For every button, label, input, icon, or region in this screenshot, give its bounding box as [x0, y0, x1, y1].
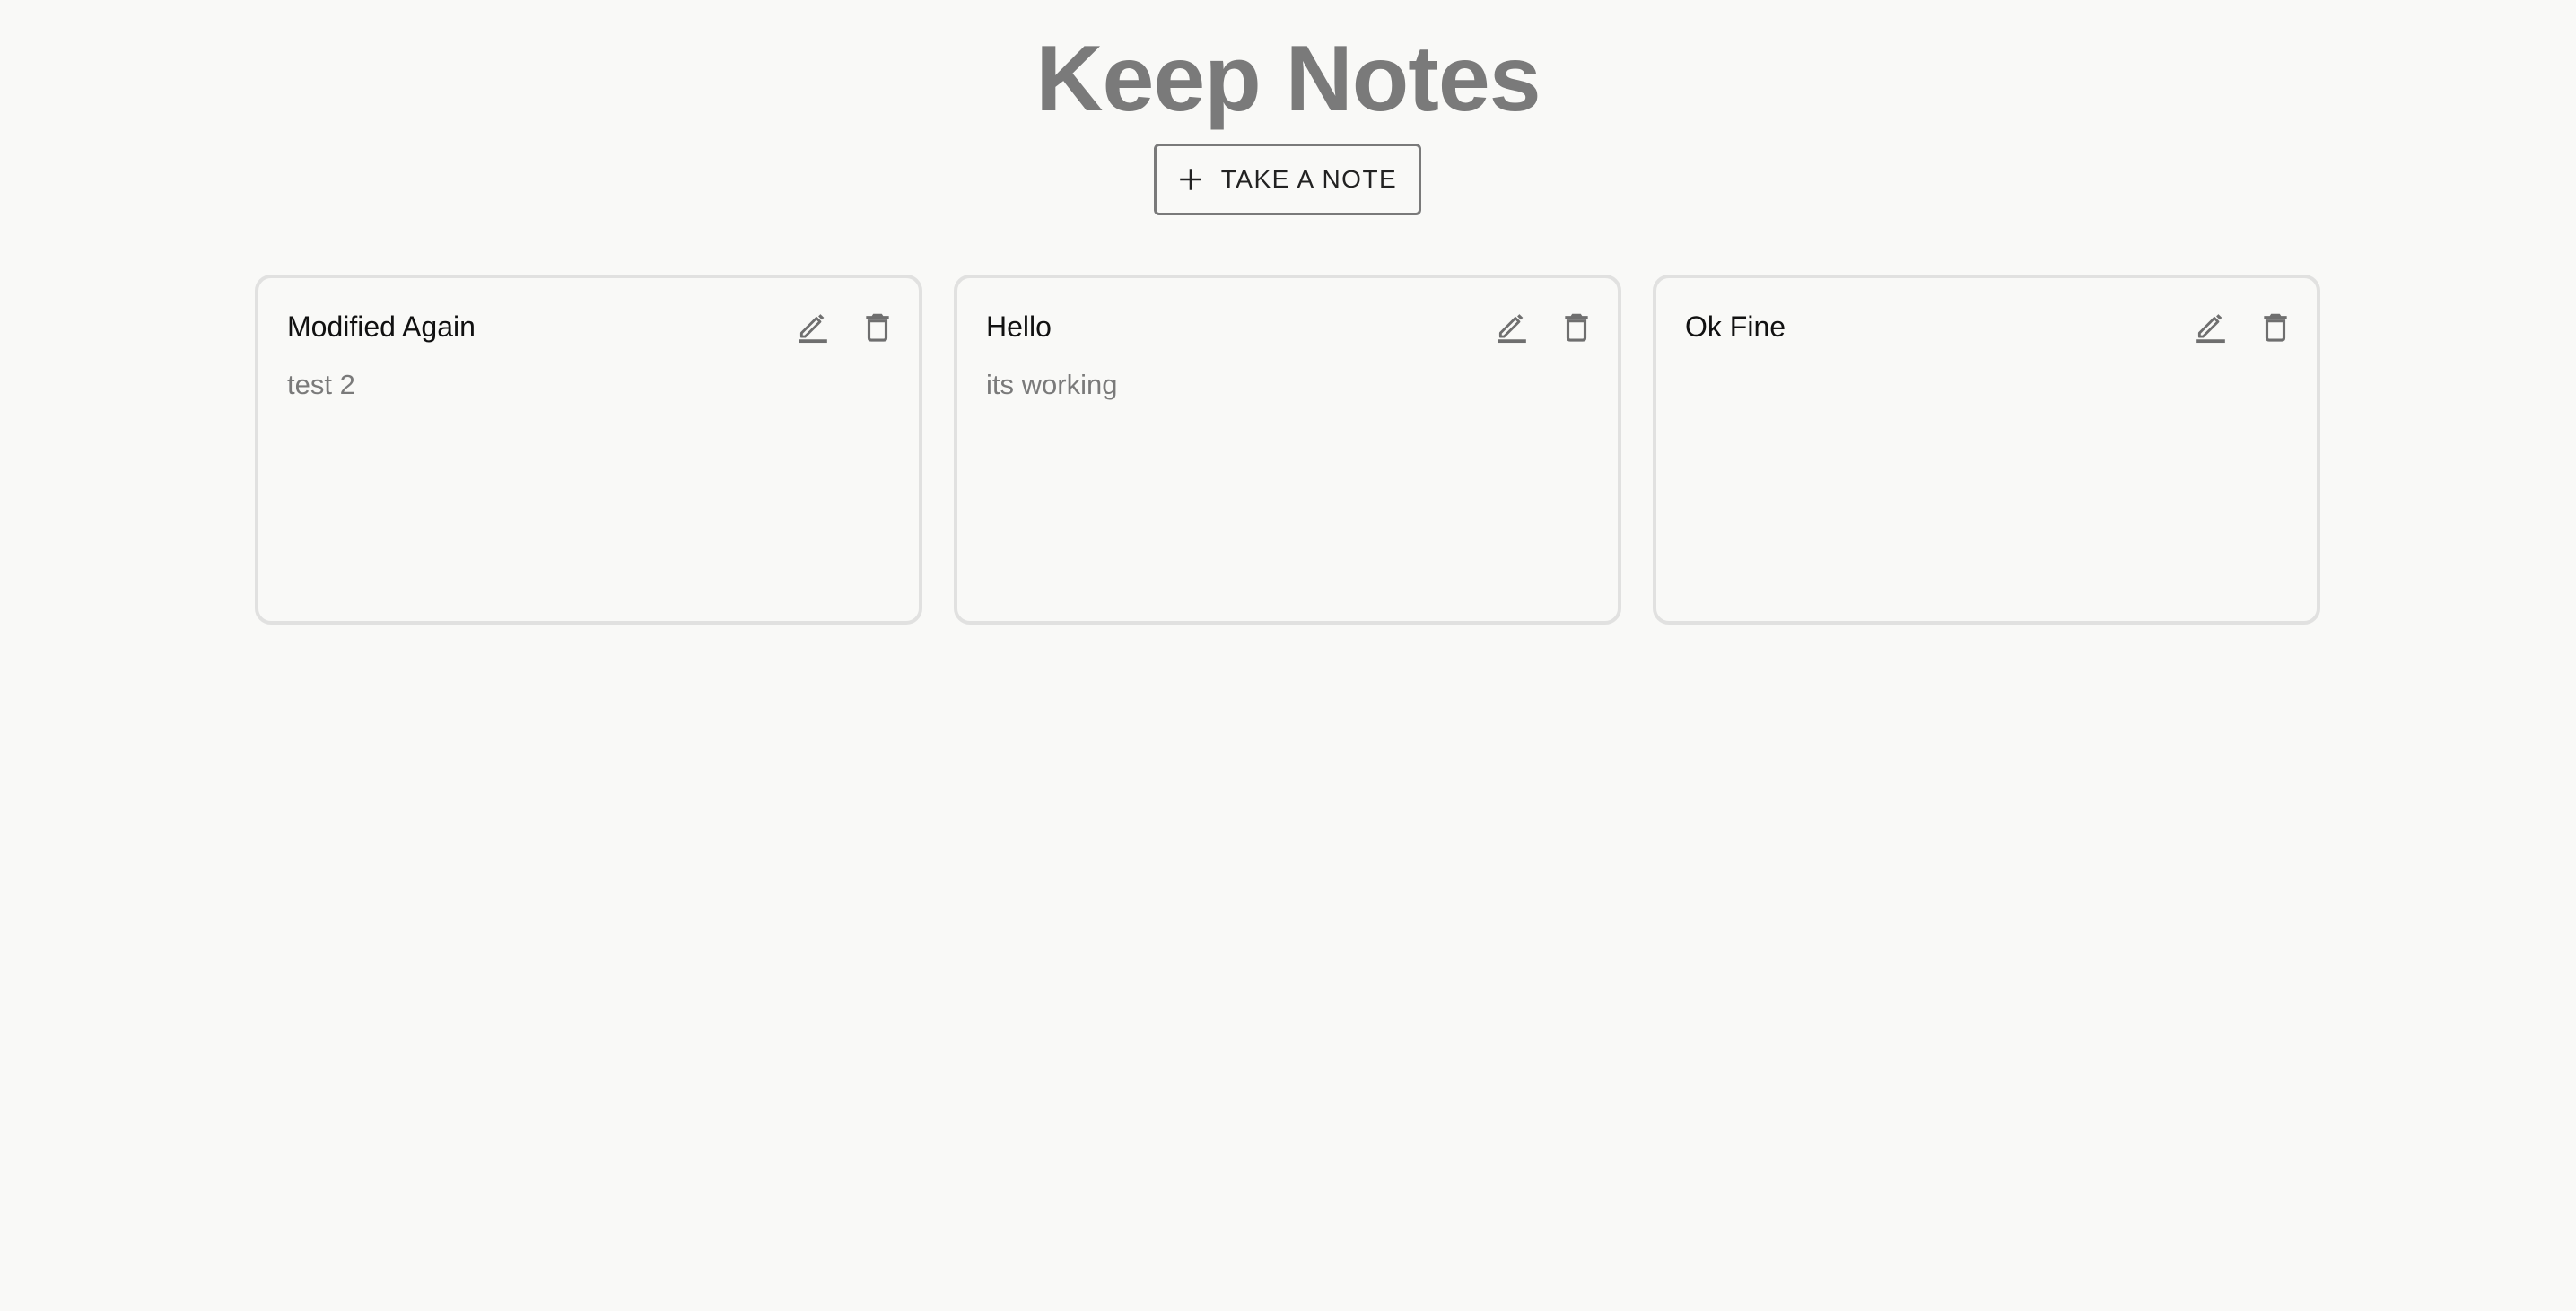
- note-title: Modified Again: [287, 310, 476, 343]
- edit-note-button[interactable]: [2187, 303, 2234, 350]
- note-body: its working: [986, 369, 1118, 400]
- note-card: Modified Again test 2: [255, 275, 922, 625]
- trash-icon: [1565, 313, 1588, 342]
- note-card: Hello its working: [954, 275, 1621, 625]
- pencil-icon: [1498, 314, 1526, 344]
- note-card: Ok Fine: [1653, 275, 2320, 625]
- note-title: Hello: [986, 310, 1052, 343]
- pencil-icon: [799, 314, 827, 344]
- delete-note-button[interactable]: [1553, 303, 1600, 350]
- take-a-note-button[interactable]: TAKE A NOTE: [1154, 144, 1421, 215]
- page-title: Keep Notes: [1035, 27, 1541, 131]
- pencil-icon: [2196, 314, 2225, 344]
- keep-notes-app: Keep Notes TAKE A NOTE Modified Again te…: [0, 0, 2576, 1311]
- note-body: test 2: [287, 369, 355, 400]
- delete-note-button[interactable]: [854, 303, 901, 350]
- edit-note-button[interactable]: [1489, 303, 1535, 350]
- edit-note-button[interactable]: [790, 303, 836, 350]
- note-title: Ok Fine: [1685, 310, 1786, 343]
- trash-icon: [2264, 313, 2287, 342]
- trash-icon: [866, 313, 889, 342]
- plus-icon: [1179, 169, 1201, 190]
- take-a-note-label: TAKE A NOTE: [1220, 165, 1398, 193]
- delete-note-button[interactable]: [2252, 303, 2299, 350]
